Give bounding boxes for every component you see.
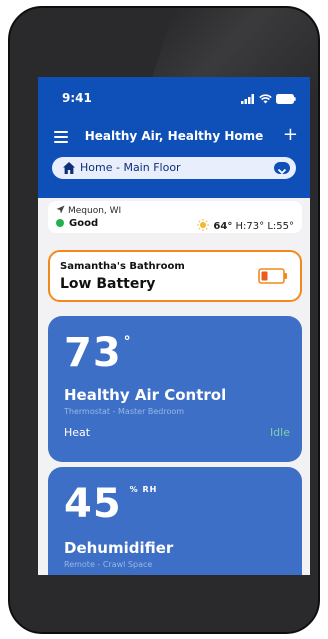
plus-icon[interactable]: + (283, 125, 298, 145)
device-subtitle: Thermostat - Master Bedroom (64, 407, 185, 416)
device-card-thermostat[interactable]: 73 ° Healthy Air Control Thermostat - Mas… (48, 316, 302, 462)
air-quality: Good (56, 218, 98, 229)
device-subtitle: Remote - Crawl Space (64, 560, 153, 569)
sun-icon (197, 219, 210, 231)
location-dropdown[interactable]: Home - Main Floor (52, 157, 296, 179)
home-icon (63, 162, 75, 174)
alert-status: Low Battery (60, 276, 156, 292)
chevron-down-icon[interactable] (274, 162, 290, 175)
location-label: Home - Main Floor (80, 161, 181, 174)
device-value: 45 % RH (64, 481, 157, 527)
device-state: Idle (269, 426, 290, 439)
device-mode: Heat (64, 426, 91, 439)
device-name: Dehumidifier (64, 539, 174, 557)
city-line: Mequon, WI (56, 205, 121, 216)
weather-panel: Mequon, WI Good 64° H:73° L:55° (48, 201, 302, 233)
alert-room: Samantha's Bathroom (60, 261, 185, 272)
air-quality-label: Good (69, 218, 99, 229)
temperature-readout: 64° H:73° L:55° (196, 219, 294, 232)
location-arrow-icon (56, 205, 65, 214)
air-quality-dot (56, 219, 64, 227)
city-name: Mequon, WI (68, 206, 122, 216)
wifi-icon (259, 94, 272, 104)
device-value-number: 73 (64, 330, 122, 376)
device-value-unit: ° (123, 334, 132, 350)
phone-frame: 9:41 Healthy Air, Healthy Home + Home - … (8, 6, 320, 634)
phone-bottom-bezel (10, 575, 318, 632)
title-row: Healthy Air, Healthy Home + (38, 125, 310, 147)
hi-lo: H:73° L:55° (235, 221, 294, 232)
device-value-unit: % RH (129, 485, 158, 494)
signal-icon (241, 94, 254, 104)
device-name: Healthy Air Control (64, 386, 227, 404)
status-time: 9:41 (62, 91, 92, 105)
status-icons (241, 93, 296, 105)
device-value-number: 45 (64, 481, 122, 527)
app-header: 9:41 Healthy Air, Healthy Home + Home - … (38, 77, 310, 198)
current-temp: 64° (213, 221, 233, 232)
device-card-dehumidifier[interactable]: 45 % RH Dehumidifier Remote - Crawl Space (48, 467, 302, 575)
device-value: 73 ° (64, 330, 132, 376)
low-battery-icon (258, 268, 287, 284)
app-screen: 9:41 Healthy Air, Healthy Home + Home - … (38, 77, 310, 575)
battery-icon (276, 94, 296, 104)
app-title: Healthy Air, Healthy Home (84, 129, 264, 143)
low-battery-alert-card[interactable]: Samantha's Bathroom Low Battery (48, 250, 302, 302)
